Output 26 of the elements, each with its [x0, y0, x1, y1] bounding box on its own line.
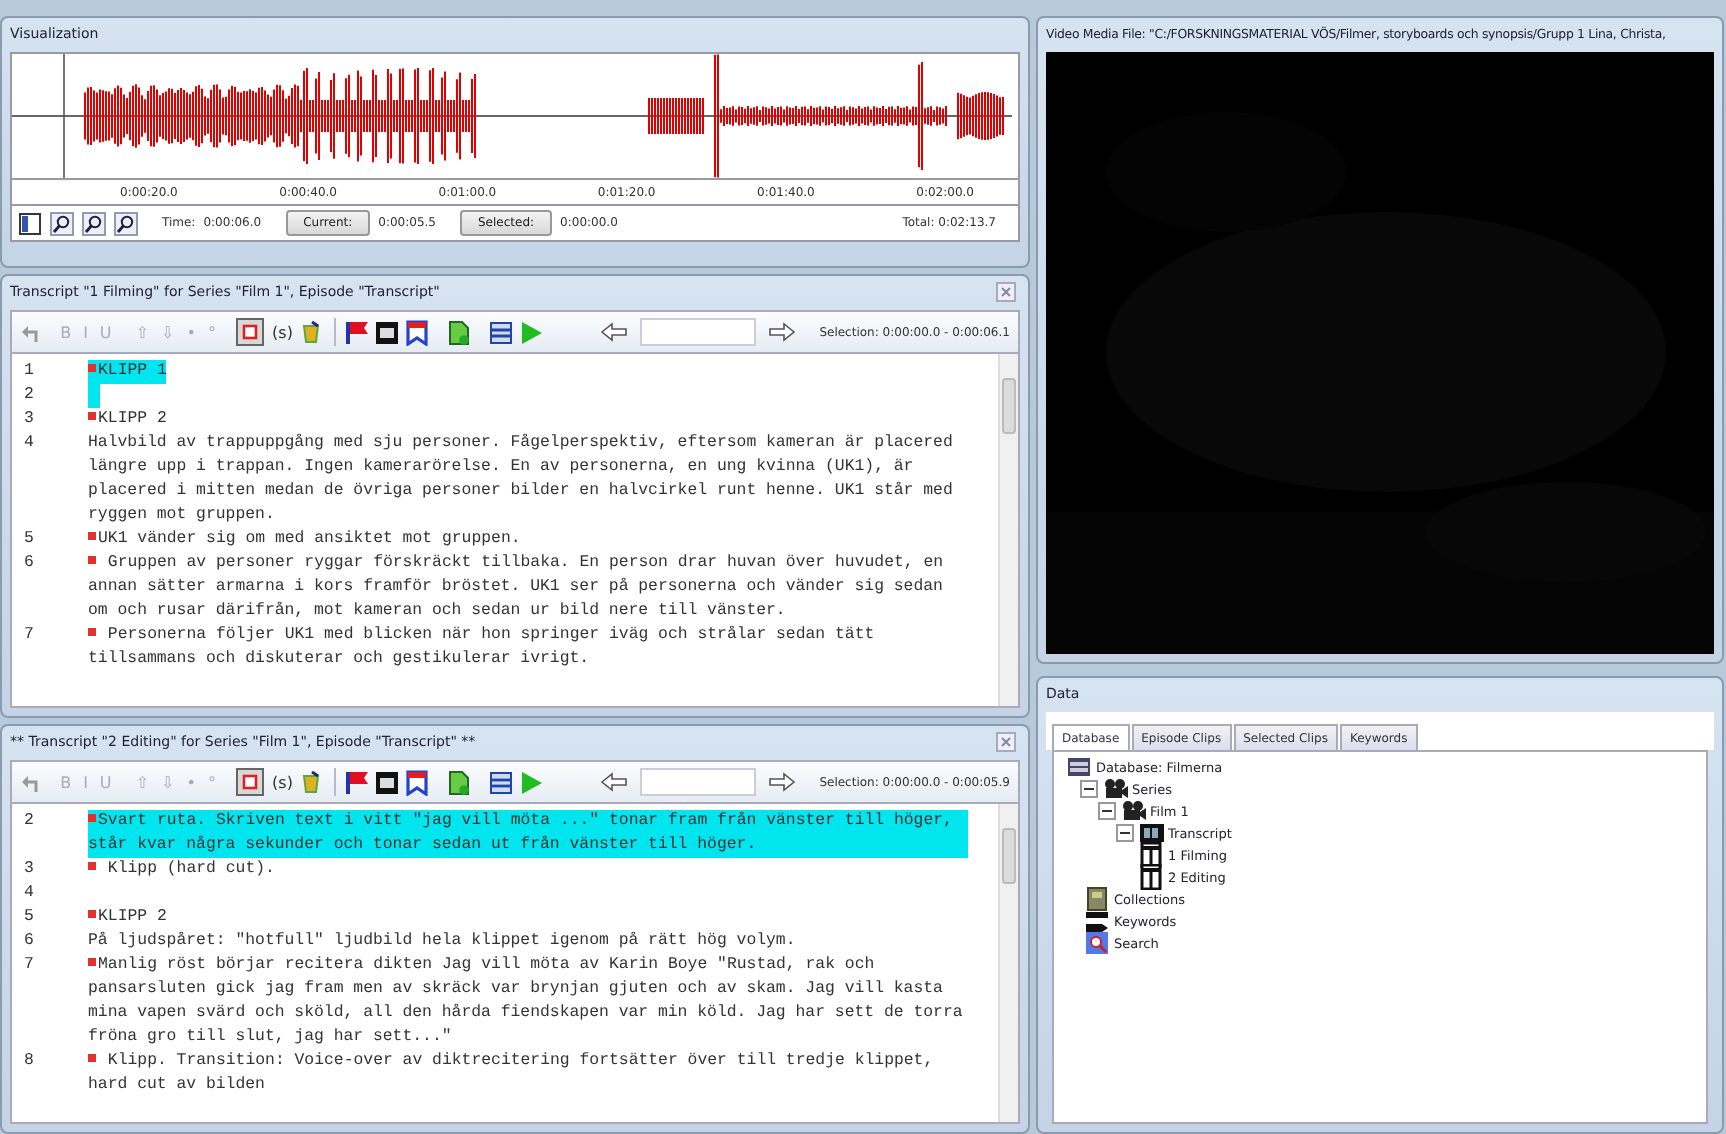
line-number: 7 [22, 624, 36, 648]
transcript-line: KLIPP 2 [88, 906, 968, 930]
line-number: 1 [22, 360, 36, 384]
transcript-line: UK1 vänder sig om med ansiktet mot gruppen. [88, 528, 968, 552]
line-number: 3 [22, 858, 36, 882]
symbol-button[interactable]: (s) [268, 323, 297, 341]
transcript-line: På ljudspåret: "hotfull" ljudbild hela klippet igenom på rätt hög volym. [88, 930, 798, 954]
line-number: 7 [22, 954, 36, 978]
transcript-line: Halvbild av trappuppgång med sju personer. Fågelperspektiv, eftersom kameran är placered längre upp i trappan. Ingen kamerarörelse. En av personerna, en ung kvinna (UK1), är placered i mitten medan de övriga personer bilder en halvcirkel runt henne. UK1 står med ryggen mot gruppen. [88, 432, 955, 528]
line-number: 6 [22, 930, 36, 954]
line-number: 4 [22, 882, 36, 906]
transcript-line: Gruppen av personer ryggar förskräckt tillbaka. En person drar huvan över huvudet, en annan sätter armarna i kors framför bröstet. UK1 ser på personerna och vänder sig sedan om och rusar därifrån, mot kameran och sedan ur bild nere till vänster. [88, 552, 946, 624]
line-number: 4 [22, 432, 36, 456]
symbol-button[interactable]: (s) [268, 773, 297, 791]
line-number: 5 [22, 906, 36, 930]
transcript-line: Klipp. Transition: Voice-over av diktrecitering fortsätter över till tredje klippet, hard cut av bilden [88, 1050, 936, 1098]
transcript-line: Manlig röst börjar recitera dikten Jag vill möta av Karin Boye "Rustad, rak och pansarsluten gick jag fram men av skräck var brynjan gjuten och av skam. Jag vill kasta mina vapen svärd och sköld, all den hårda fiendskapen var min köld. Jag har sett de torra fröna gro till slut, jag har sett..." [88, 954, 965, 1050]
line-number: 2 [22, 384, 36, 408]
line-number: 8 [22, 1050, 36, 1074]
transcript-line: KLIPP 2 [88, 408, 968, 432]
transcript-line: Klipp (hard cut). [88, 858, 968, 882]
transcript-line: Personerna följer UK1 med blicken när hon springer iväg och strålar sedan tätt tillsammans och diskuterar och gestikulerar ivrigt. [88, 624, 877, 672]
line-number: 3 [22, 408, 36, 432]
line-number: 6 [22, 552, 36, 576]
line-number: 5 [22, 528, 36, 552]
line-number: 2 [22, 810, 36, 834]
